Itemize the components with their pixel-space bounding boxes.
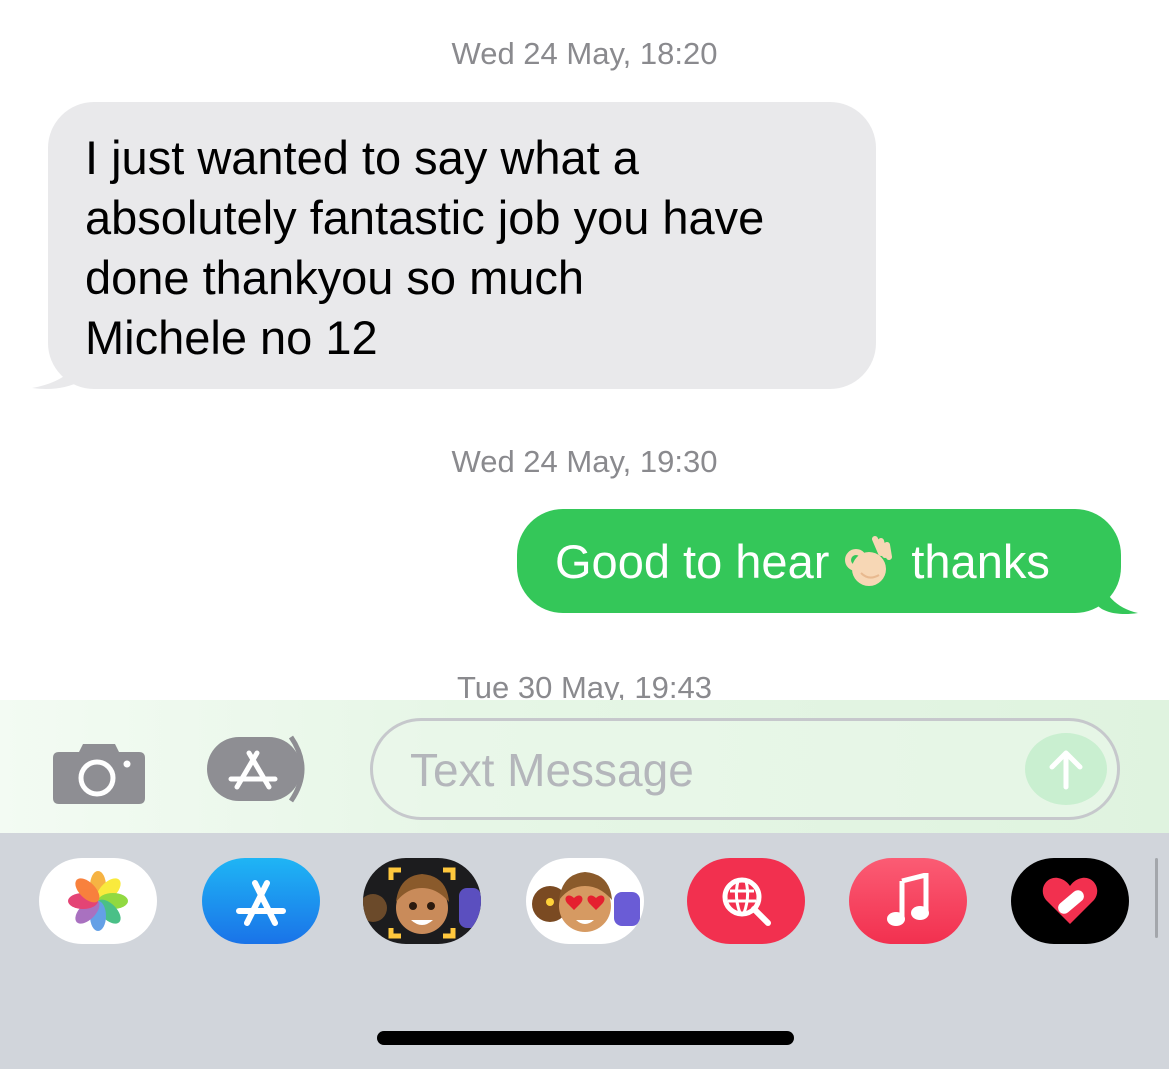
globe-search-icon: [722, 877, 771, 926]
music-app-icon[interactable]: [849, 858, 967, 944]
message-placeholder: Text Message: [410, 744, 694, 796]
photos-app-icon[interactable]: [39, 858, 157, 944]
outgoing-message-text-end: thanks: [911, 534, 1050, 588]
heart-bandage-icon: [1042, 877, 1098, 924]
incoming-message-bubble[interactable]: I just wanted to say what a absolutely f…: [48, 102, 876, 389]
memoji-camera-app-icon[interactable]: [363, 858, 481, 944]
image-search-app-icon[interactable]: [687, 858, 805, 944]
photos-flower-icon: [68, 871, 128, 931]
drawer-scroll-indicator: [1155, 858, 1158, 938]
outgoing-message-text: Good to hear: [555, 534, 830, 588]
app-store-a-icon: [236, 880, 286, 926]
app-store-apps-icon[interactable]: [207, 733, 319, 805]
incoming-message-text: I just wanted to say what a absolutely f…: [85, 131, 765, 364]
timestamp: Wed 24 May, 19:30: [451, 444, 718, 479]
message-text-field[interactable]: Text Message: [370, 718, 1120, 820]
memoji-stickers-app-icon[interactable]: [526, 858, 644, 944]
outgoing-message-bubble[interactable]: Good to hear thanks: [517, 509, 1121, 613]
fitness-app-icon[interactable]: [1011, 858, 1129, 944]
app-store-icon[interactable]: [202, 858, 320, 944]
camera-icon[interactable]: [53, 740, 145, 804]
memoji-face-icon: [363, 867, 481, 939]
send-button[interactable]: [1025, 733, 1107, 805]
music-note-icon: [887, 873, 929, 926]
timestamp: Wed 24 May, 18:20: [451, 36, 718, 71]
home-indicator[interactable]: [377, 1031, 794, 1045]
ok-hand-emoji-icon: [845, 536, 893, 586]
arrow-up-icon: [1049, 750, 1083, 790]
memoji-heart-eyes-icon: [532, 872, 640, 932]
